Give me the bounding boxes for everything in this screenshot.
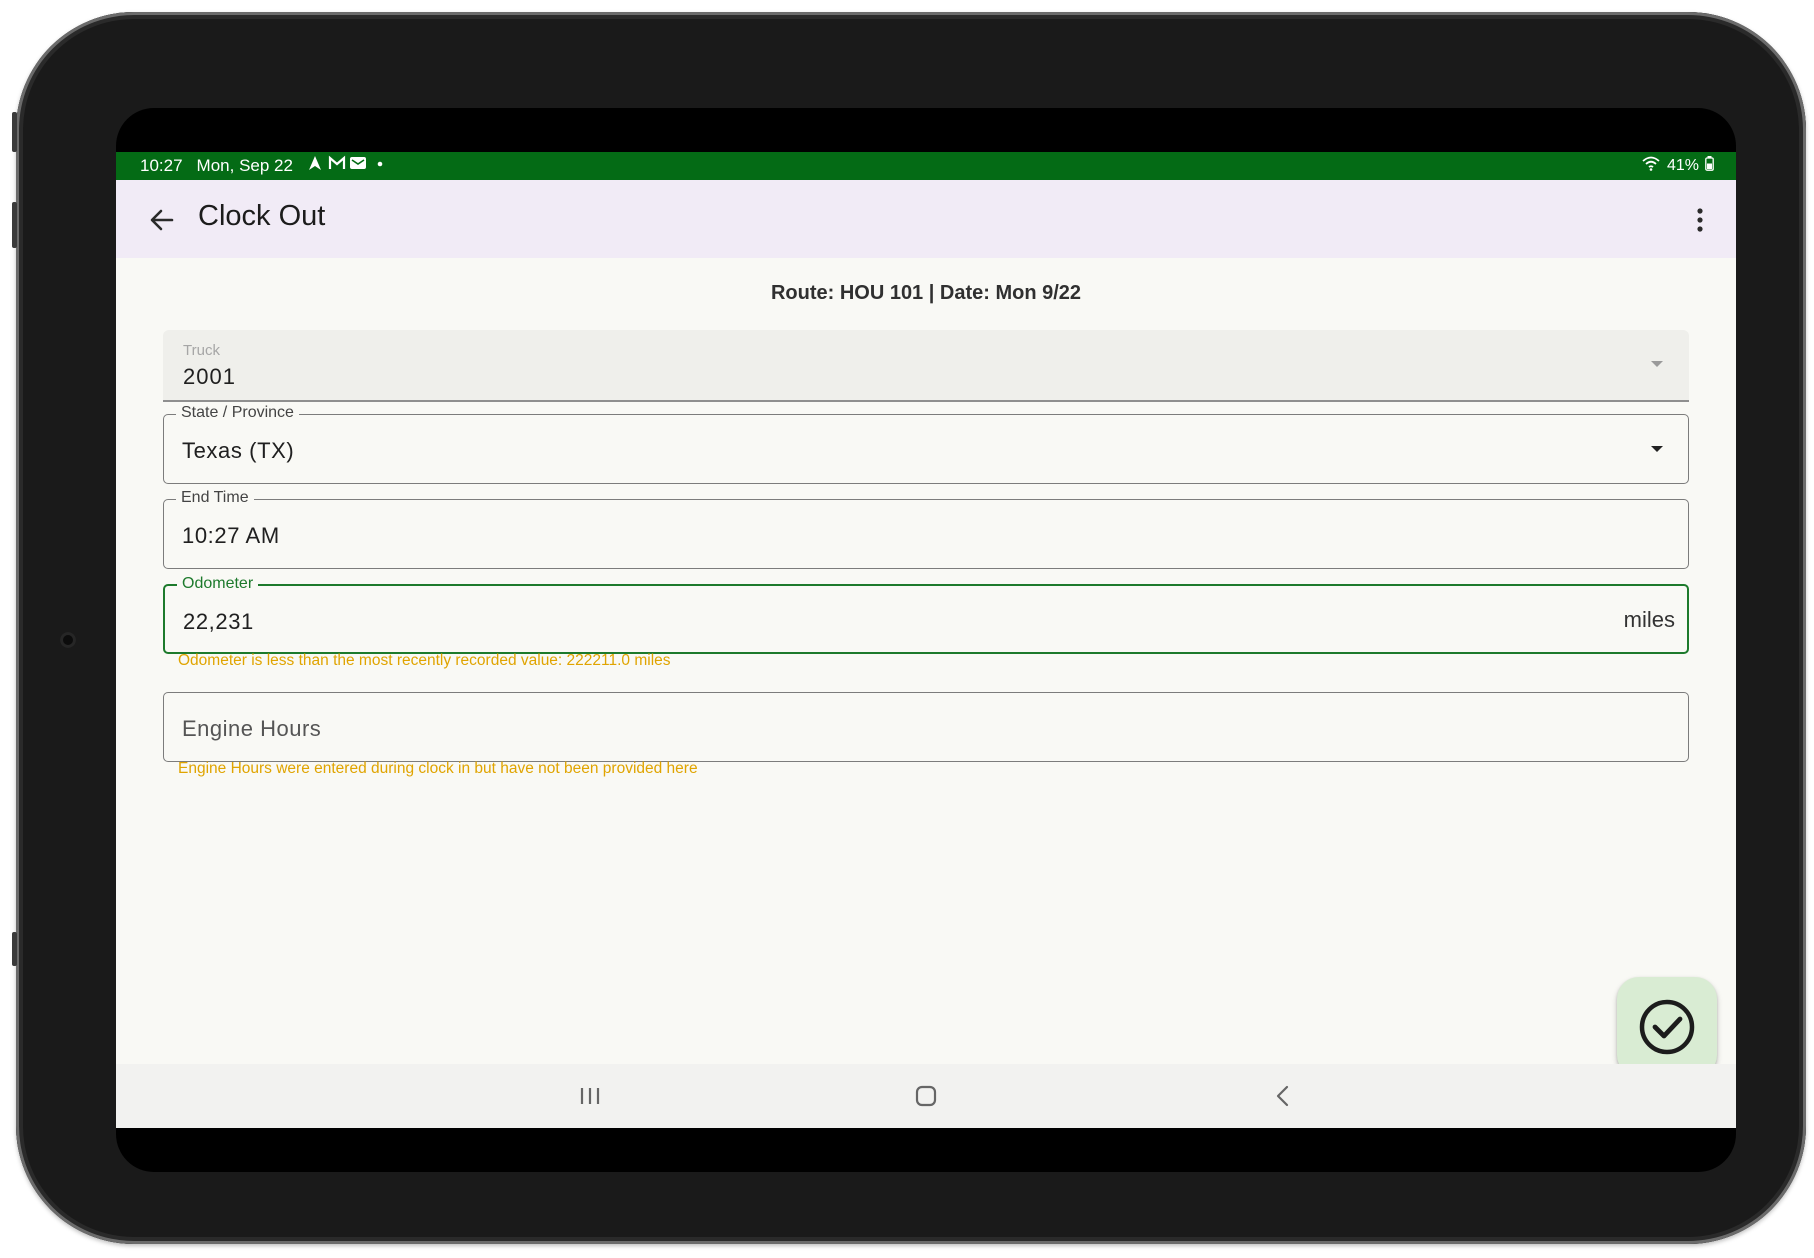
home-icon — [915, 1085, 937, 1107]
arrow-back-icon — [150, 209, 174, 231]
screen-bezel: 10:27 Mon, Sep 22 41% Clock Out Route: H… — [116, 108, 1736, 1172]
tablet-frame: 10:27 Mon, Sep 22 41% Clock Out Route: H… — [12, 12, 1806, 1244]
dot-icon — [377, 155, 383, 176]
front-camera — [60, 632, 76, 648]
odometer-unit-suffix: miles — [1623, 607, 1675, 632]
overflow-menu-button[interactable] — [1682, 202, 1718, 238]
system-back-button[interactable] — [1266, 1078, 1302, 1114]
status-time: 10:27 — [140, 155, 183, 175]
side-button — [12, 932, 17, 966]
side-button — [12, 202, 17, 248]
end-time-field[interactable]: End Time 10:27 AM — [163, 489, 1689, 569]
truck-dropdown[interactable]: Truck 2001 — [163, 330, 1689, 402]
end-time-value: 10:27 AM — [182, 523, 280, 548]
status-bar: 10:27 Mon, Sep 22 41% — [116, 152, 1736, 180]
battery-icon — [1705, 155, 1714, 176]
email-icon — [349, 155, 367, 176]
engine-hours-warning: Engine Hours were entered during clock i… — [178, 760, 698, 777]
more-vert-icon — [1697, 208, 1703, 232]
end-time-label: End Time — [176, 489, 254, 507]
side-button — [12, 112, 17, 152]
back-button[interactable] — [144, 202, 180, 238]
state-province-dropdown[interactable]: State / Province Texas (TX) — [163, 404, 1689, 484]
truck-label: Truck — [183, 342, 220, 359]
odometer-label: Odometer — [177, 575, 259, 593]
system-navigation-bar — [116, 1064, 1736, 1128]
state-province-value: Texas (TX) — [182, 438, 295, 463]
submit-clock-out-button[interactable] — [1617, 977, 1717, 1077]
recent-apps-button[interactable] — [572, 1078, 608, 1114]
truck-value: 2001 — [183, 364, 236, 389]
home-button[interactable] — [908, 1078, 944, 1114]
state-province-label: State / Province — [176, 404, 299, 422]
chevron-left-icon — [1276, 1085, 1289, 1107]
odometer-field[interactable]: Odometer 22,231 miles — [163, 575, 1689, 654]
engine-hours-field[interactable]: Engine Hours — [163, 692, 1689, 762]
page-title: Clock Out — [198, 200, 326, 232]
navigation-icon — [307, 155, 323, 176]
dropdown-arrow-icon — [1651, 446, 1663, 452]
gmail-icon — [328, 155, 346, 176]
check-circle-icon — [1639, 999, 1695, 1055]
recents-icon — [580, 1088, 600, 1104]
app-bar: Clock Out — [116, 180, 1736, 258]
wifi-icon — [1641, 155, 1661, 176]
engine-hours-placeholder: Engine Hours — [182, 716, 322, 741]
dropdown-arrow-icon — [1651, 361, 1663, 367]
route-date-header: Route: HOU 101 | Date: Mon 9/22 — [770, 282, 1082, 304]
odometer-value: 22,231 — [183, 609, 254, 634]
odometer-warning: Odometer is less than the most recently … — [178, 652, 671, 669]
status-date: Mon, Sep 22 — [196, 155, 293, 175]
battery-level: 41% — [1666, 156, 1699, 174]
app-screen: 10:27 Mon, Sep 22 41% Clock Out Route: H… — [116, 152, 1736, 1128]
